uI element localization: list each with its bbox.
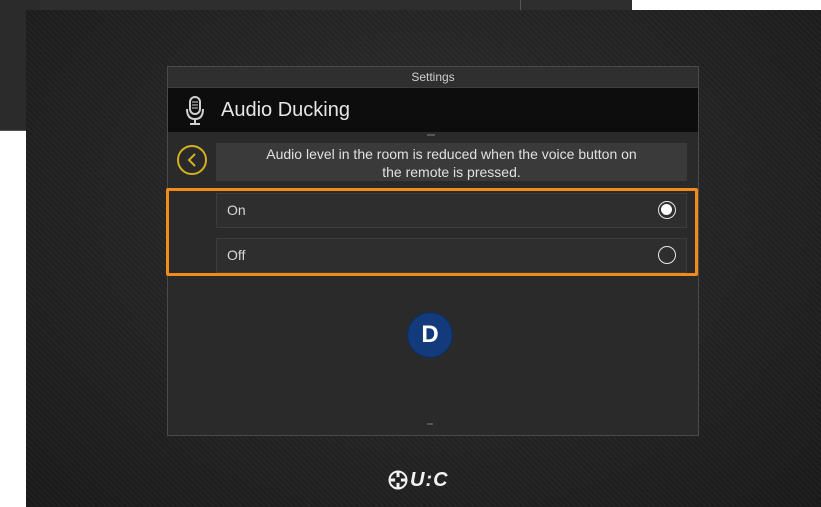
page-header: Audio Ducking bbox=[168, 88, 698, 132]
scroll-indicator-bottom bbox=[427, 423, 433, 425]
urc-logo: U:C bbox=[388, 469, 449, 491]
description-line-1: Audio level in the room is reduced when … bbox=[266, 146, 637, 162]
back-button[interactable] bbox=[177, 145, 207, 175]
urc-logo-mark-icon bbox=[388, 470, 408, 490]
description-text: Audio level in the room is reduced when … bbox=[216, 143, 687, 181]
microphone-icon bbox=[186, 96, 204, 125]
page-title: Audio Ducking bbox=[221, 99, 350, 121]
scroll-indicator-top bbox=[427, 134, 435, 136]
logo-text: U:C bbox=[410, 468, 449, 491]
description-line-2: the remote is pressed. bbox=[382, 164, 521, 180]
annotation-highlight-box bbox=[166, 188, 698, 276]
annotation-badge: D bbox=[408, 313, 452, 357]
window-title: Settings bbox=[168, 67, 698, 88]
chevron-left-icon bbox=[187, 153, 196, 167]
